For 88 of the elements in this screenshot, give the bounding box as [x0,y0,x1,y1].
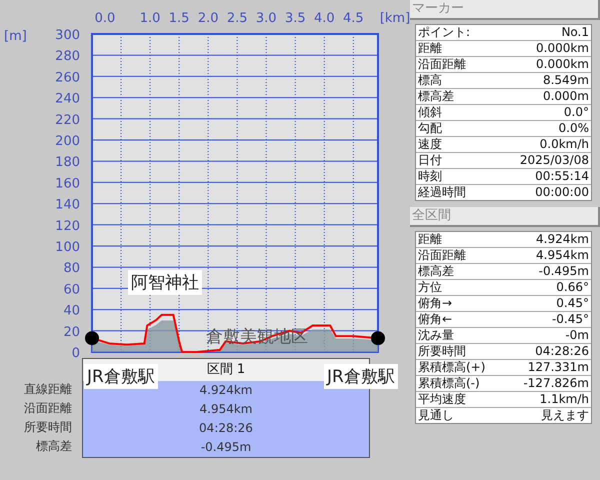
field-value: 04:28:26 [535,344,589,359]
field-label: 距離 [418,41,442,56]
x-tick-label: 2.0 [198,11,218,26]
summary-value: 4.954km [198,401,254,418]
x-tick-label: 4.0 [314,11,335,26]
place-label: 阿智神社 [128,270,202,295]
field-value: 0.000m [542,89,589,104]
y-tick-label: 260 [55,70,80,86]
field-value: 127.331m [528,360,589,375]
place-label: JR倉敷駅 [324,364,398,389]
field-label: 沿面距離 [418,248,466,263]
x-tick-label: 3.5 [284,11,306,26]
x-axis-label: [km] [380,11,410,26]
field-label: 累積標高(-) [418,376,480,391]
field-value: 4.924km [536,232,589,247]
end-point [371,331,385,346]
field-value: 0.45° [556,296,589,311]
field-value: -0.495m [538,264,589,279]
field-value: 0.000km [536,41,589,56]
field-label: 標高差 [418,264,454,279]
field-label: 勾配 [418,121,442,136]
y-tick-label: 220 [55,112,80,128]
field-label: 見通し [418,408,454,423]
field-label: 距離 [418,232,442,247]
summary-label: 所要時間 [24,419,72,436]
field-value: 0.0km/h [540,137,589,152]
y-axis-label: [m] [4,29,27,44]
field-label: 沿面距離 [418,57,466,72]
field-label: 日付 [418,153,442,168]
x-tick-label: 3.0 [256,11,277,26]
y-tick-label: 140 [55,198,80,213]
field-value: 見えます [541,408,589,423]
field-value: 4.954km [536,248,589,263]
start-point [85,331,99,346]
field-label: 標高 [418,73,442,88]
field-value: -127.826m [523,376,589,391]
field-value: 00:55:14 [535,169,589,184]
field-value: 0.0% [558,121,589,136]
y-tick-label: 120 [55,218,80,234]
y-tick-label: 180 [55,155,80,170]
field-label: 平均速度 [418,392,466,407]
x-tick-label: 2.5 [226,11,248,26]
place-label: JR倉敷駅 [84,364,158,389]
field-value: No.1 [561,25,589,40]
field-value: 0.66° [556,280,589,295]
field-label: 経過時間 [418,185,466,200]
summary-value: 04:28:26 [198,420,254,437]
field-label: 沈み量 [418,328,454,343]
field-label: ポイント: [418,25,470,40]
field-label: 方位 [418,280,442,295]
summary-label: 直線距離 [24,381,72,398]
summary-label: 沿面距離 [24,400,72,417]
y-tick-label: 60 [63,282,80,298]
field-value: 00:00:00 [535,185,589,200]
field-value: 8.549m [542,73,589,88]
y-tick-label: 300 [55,28,80,43]
field-label: 累積標高(+) [418,360,486,375]
field-label: 傾斜 [418,105,442,120]
x-tick-label: 0.0 [94,11,116,26]
summary-value: 4.924km [198,382,254,399]
field-value: 1.1km/h [540,392,589,407]
field-label: 俯角→ [418,296,452,311]
y-tick-label: 40 [63,304,80,319]
y-tick-label: 20 [63,324,80,340]
field-value: -0m [565,328,589,343]
y-tick-label: 240 [55,92,80,107]
x-tick-label: 4.5 [343,11,364,26]
field-label: 速度 [418,137,442,152]
x-tick-label: 1.0 [140,11,160,26]
y-tick-label: 80 [63,261,80,276]
y-tick-label: 200 [55,134,80,149]
field-label: 所要時間 [418,344,466,359]
summary-value: -0.495m [200,439,252,456]
marker-header: マーカー [410,0,600,20]
total-header: 全区間 [410,207,600,227]
field-value: -0.45° [552,312,589,327]
field-value: 0.0° [564,105,589,120]
field-value: 2025/03/08 [520,153,589,168]
y-tick-label: 100 [55,240,80,255]
x-tick-label: 1.5 [168,11,190,26]
y-tick-label: 0 [72,346,80,360]
y-tick-label: 280 [55,49,80,64]
field-label: 俯角← [418,312,452,327]
y-tick-label: 160 [55,176,80,192]
summary-label: 標高差 [36,438,72,455]
field-label: 時刻 [418,169,442,184]
field-value: 0.000km [536,57,589,72]
field-label: 標高差 [418,89,454,104]
